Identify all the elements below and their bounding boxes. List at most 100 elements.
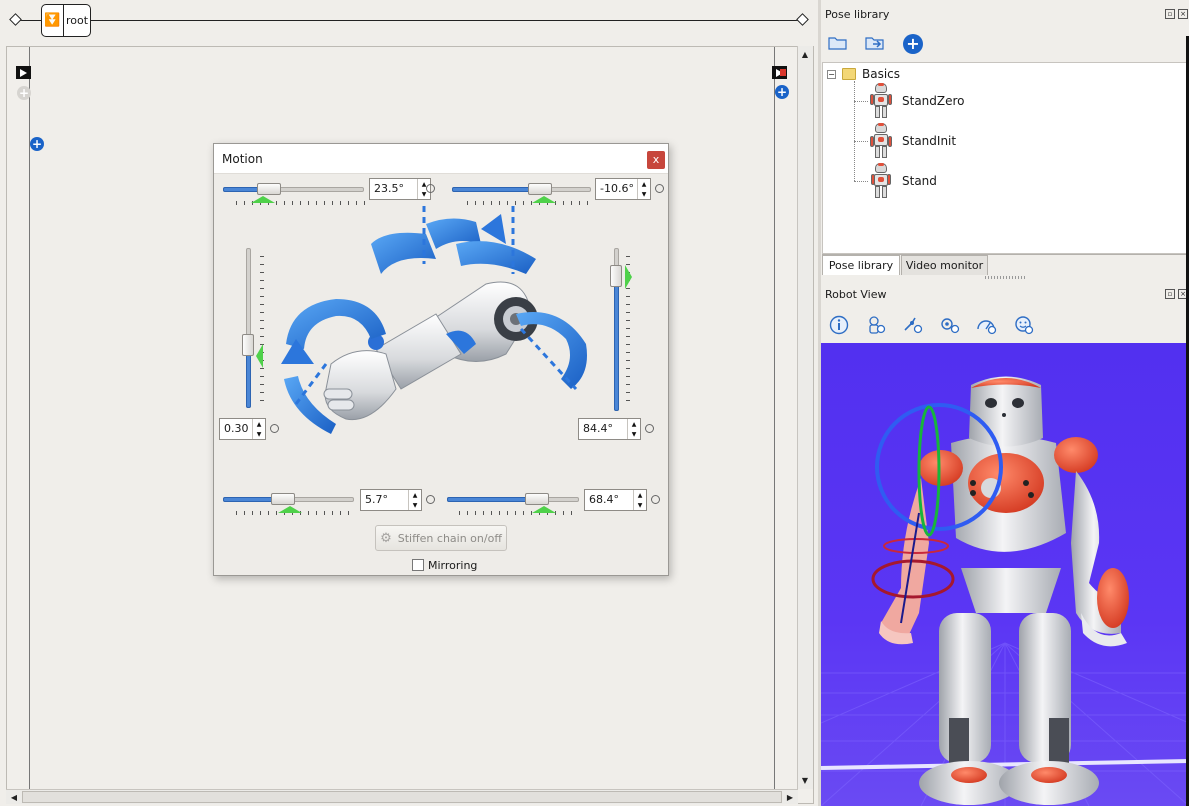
spin-bottom-right[interactable]: 68.4° ▲ ▼ [584, 489, 647, 511]
ticks [260, 256, 264, 406]
folder-label: Basics [862, 67, 901, 81]
spin-down-icon[interactable]: ▼ [634, 500, 646, 510]
robot-3d-render [821, 376, 1189, 806]
scroll-down-icon[interactable]: ▼ [798, 773, 812, 787]
face-icon[interactable] [1012, 314, 1036, 336]
tab-video-monitor[interactable]: Video monitor [901, 255, 988, 275]
pose-item[interactable]: StandInit [870, 123, 956, 159]
open-folder-icon[interactable] [826, 32, 850, 54]
spin-top-left-value: 23.5° [374, 182, 404, 195]
spin-top-right-value: -10.6° [600, 182, 634, 195]
motion-titlebar[interactable]: Motion x [214, 144, 668, 174]
spin-bottom-left-value: 5.7° [365, 493, 388, 506]
root-box-node[interactable]: ⏬ root [41, 4, 91, 37]
spin-bottom-right-value: 68.4° [589, 493, 619, 506]
close-button[interactable]: x [647, 151, 665, 169]
spin-up-icon[interactable]: ▲ [628, 419, 640, 429]
pose-item[interactable]: Stand [870, 163, 937, 199]
robot-pose-icon [870, 83, 892, 119]
vertical-scrollbar[interactable]: ▲ ▼ [797, 46, 813, 789]
pose-item[interactable]: StandZero [870, 83, 965, 119]
spin-down-icon[interactable]: ▼ [253, 429, 265, 439]
motion-title: Motion [222, 152, 263, 166]
stop-indicator [780, 69, 786, 76]
robot-view-title: Robot View [825, 288, 887, 301]
info-icon[interactable] [827, 314, 851, 336]
horizontal-scroll-thumb[interactable] [22, 791, 782, 803]
float-icon[interactable]: ▫ [1165, 289, 1175, 299]
folder-icon [842, 68, 856, 80]
tree-connector [854, 141, 868, 142]
target-marker-bottom-right [532, 506, 556, 513]
robot-view-toolbar [827, 314, 1036, 336]
add-icon[interactable]: + [903, 34, 923, 54]
slider-right-vertical[interactable] [610, 248, 622, 411]
ticks [459, 511, 579, 515]
spin-down-icon[interactable]: ▼ [409, 500, 421, 510]
target-marker-bottom-left [278, 506, 302, 513]
pose-label: Stand [902, 174, 937, 188]
spin-up-icon[interactable]: ▲ [409, 490, 421, 500]
pose-label: StandInit [902, 134, 957, 148]
arm-joint-illustration [281, 206, 587, 434]
scroll-up-icon[interactable]: ▲ [798, 47, 812, 61]
pose-library-title: Pose library [825, 8, 890, 21]
spin-up-icon[interactable]: ▲ [634, 490, 646, 500]
spin-mid-left-value: 0.30 [224, 422, 249, 435]
add-output-port-icon[interactable]: + [775, 85, 789, 99]
slider-bottom-right[interactable] [447, 493, 579, 505]
tree-connector [854, 81, 855, 181]
horizontal-scrollbar[interactable]: ◀ ▶ [6, 789, 798, 804]
spin-top-left[interactable]: 23.5° ▲ ▼ [369, 178, 431, 200]
slider-left-vertical[interactable] [242, 248, 254, 408]
spin-up-icon[interactable]: ▲ [253, 419, 265, 429]
tab-pose-library[interactable]: Pose library [822, 255, 900, 275]
gears-icon: ⚙ [380, 530, 392, 546]
robot-settings-icon[interactable] [864, 314, 888, 336]
spin-down-icon[interactable]: ▼ [628, 429, 640, 439]
onstart-input-port[interactable] [16, 66, 31, 79]
slider-top-left[interactable] [223, 183, 364, 195]
chain-icon[interactable] [938, 314, 962, 336]
reset-icon[interactable] [426, 495, 435, 504]
joint-icon[interactable] [901, 314, 925, 336]
stiffen-chain-button[interactable]: ⚙ Stiffen chain on/off [375, 525, 507, 551]
reset-icon[interactable] [645, 424, 654, 433]
dashboard-icon[interactable] [975, 314, 999, 336]
target-marker-right [625, 265, 632, 289]
float-icon[interactable]: ▫ [1165, 9, 1175, 19]
spin-top-right[interactable]: -10.6° ▲ ▼ [595, 178, 651, 200]
spin-bottom-left[interactable]: 5.7° ▲ ▼ [360, 489, 422, 511]
path-end-diamond [796, 13, 809, 26]
robot-3d-view[interactable] [821, 343, 1189, 806]
target-marker-top-right [532, 196, 556, 203]
robot-pose-icon [870, 123, 892, 159]
close-icon[interactable]: × [1178, 9, 1188, 19]
tree-folder-basics[interactable]: − Basics [827, 67, 900, 81]
slider-top-right[interactable] [452, 183, 591, 195]
spin-down-icon[interactable]: ▼ [638, 189, 650, 199]
scroll-left-icon[interactable]: ◀ [7, 790, 21, 804]
download-icon: ⏬ [42, 5, 64, 36]
pose-label: StandZero [902, 94, 965, 108]
root-label: root [65, 14, 89, 27]
mirroring-checkbox[interactable] [412, 559, 424, 571]
spin-up-icon[interactable]: ▲ [638, 179, 650, 189]
add-input-port-icon[interactable]: + [30, 137, 44, 151]
target-marker-left [256, 344, 263, 368]
mirroring-label: Mirroring [428, 559, 478, 572]
collapse-icon[interactable]: − [827, 69, 836, 79]
reset-icon[interactable] [426, 184, 435, 193]
motion-dialog: Motion x 23.5° ▲ ▼ -10.6° ▲ ▼ 0.30 ▲ ▼ 8… [213, 143, 669, 576]
add-input-icon[interactable]: + [17, 86, 31, 100]
tree-connector [854, 181, 868, 182]
reset-icon[interactable] [655, 184, 664, 193]
pose-tree: − Basics StandZero StandInit Stand [822, 62, 1188, 254]
reset-icon[interactable] [651, 495, 660, 504]
spin-mid-left[interactable]: 0.30 ▲ ▼ [219, 418, 266, 440]
scroll-right-icon[interactable]: ▶ [783, 790, 797, 804]
path-start-diamond [9, 13, 22, 26]
slider-bottom-left[interactable] [223, 493, 354, 505]
resize-grip[interactable] [985, 276, 1025, 279]
export-icon[interactable] [863, 32, 887, 54]
